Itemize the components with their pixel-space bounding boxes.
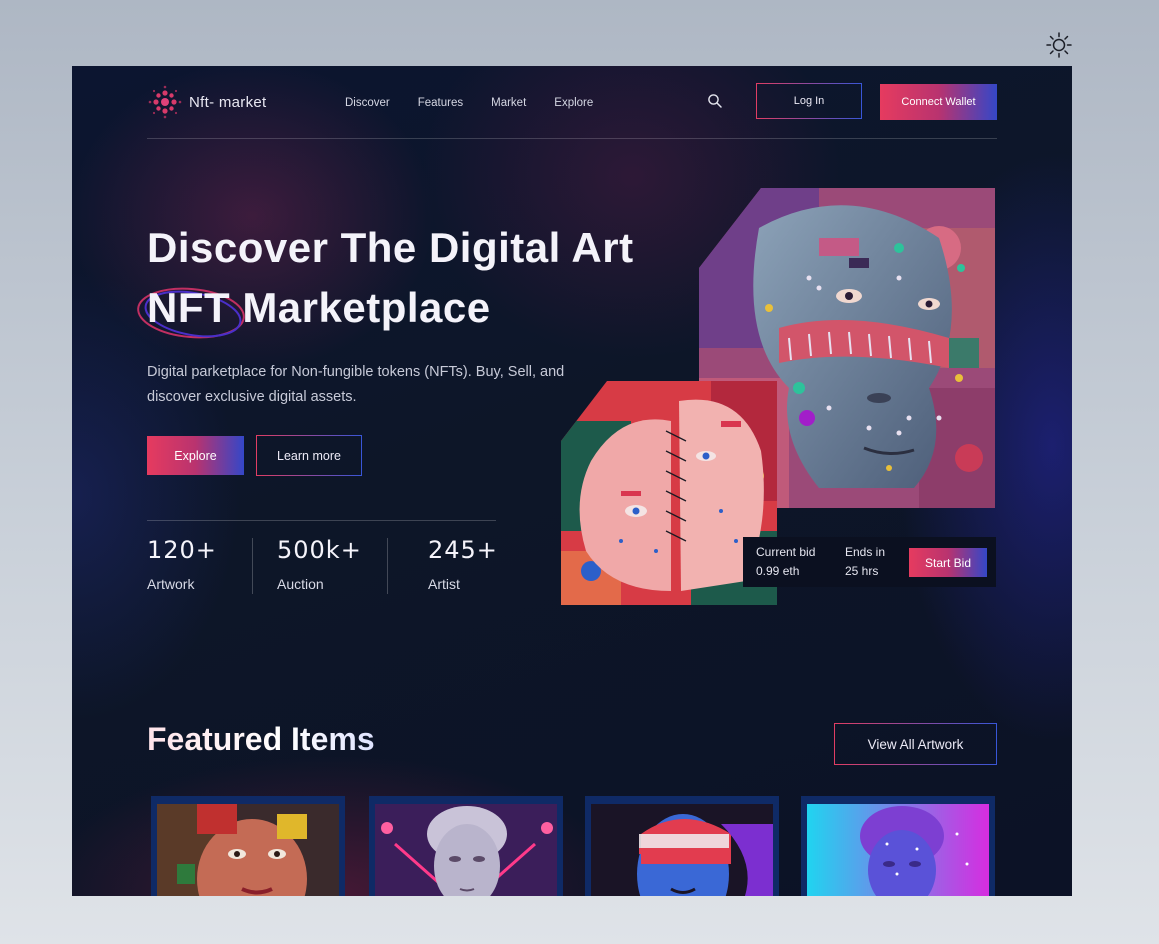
stat-artwork: 120+ Artwork [147,536,217,592]
connect-wallet-button[interactable]: Connect Wallet [880,84,997,120]
featured-image [807,804,989,896]
hero-title-rest: Marketplace [230,284,491,331]
ends-in-value: 25 hrs [845,564,879,578]
nav-link-features[interactable]: Features [418,97,463,109]
learn-more-button[interactable]: Learn more [256,435,362,476]
start-bid-button[interactable]: Start Bid [909,548,987,577]
stat-artist: 245+ Artist [428,536,498,592]
current-bid: Current bid 0.99 eth [756,543,815,581]
nav-links: Discover Features Market Explore [345,97,621,109]
hero-title: Discover The Digital Art NFT Marketplace [137,218,634,339]
current-bid-value: 0.99 eth [756,564,800,578]
featured-title: Featured Items [147,721,375,757]
stats-divider [147,520,496,521]
featured-card[interactable] [581,796,779,896]
stat-value: 120+ [147,536,217,564]
nav-link-explore[interactable]: Explore [554,97,593,109]
logo-text: Nft- market [189,93,267,111]
top-navbar: Nft- market Discover Features Market Exp… [147,66,997,139]
featured-image [375,804,557,896]
stat-separator [387,538,388,594]
nav-link-market[interactable]: Market [491,97,526,109]
logo[interactable]: Nft- market [147,84,266,120]
explore-button[interactable]: Explore [147,436,244,475]
featured-image [157,804,339,896]
featured-card[interactable] [797,796,995,896]
nav-link-discover[interactable]: Discover [345,97,390,109]
logo-icon [148,85,182,119]
hero-title-highlight: NFT [147,284,231,331]
stat-auction: 500k+ Auction [277,536,362,592]
current-bid-label: Current bid [756,545,816,559]
login-button[interactable]: Log In [756,83,862,119]
sun-icon[interactable] [1045,31,1073,59]
stat-label: Auction [277,576,324,592]
stat-label: Artwork [147,576,195,592]
stat-value: 500k+ [277,536,362,564]
ends-in-label: Ends in [845,545,886,559]
page-frame: Nft- market Discover Features Market Exp… [72,66,1072,896]
search-icon[interactable] [707,93,723,109]
hero-title-line1: Discover The Digital Art [147,224,634,271]
featured-image [591,804,773,896]
ends-in: Ends in 25 hrs [845,543,885,581]
featured-card[interactable] [147,796,345,896]
featured-card[interactable] [365,796,563,896]
stat-value: 245+ [428,536,498,564]
bid-panel: Current bid 0.99 eth Ends in 25 hrs Star… [743,537,996,587]
hero-description: Digital parketplace for Non-fungible tok… [147,364,565,405]
view-all-button[interactable]: View All Artwork [834,723,997,765]
stat-separator [252,538,253,594]
stat-label: Artist [428,576,460,592]
